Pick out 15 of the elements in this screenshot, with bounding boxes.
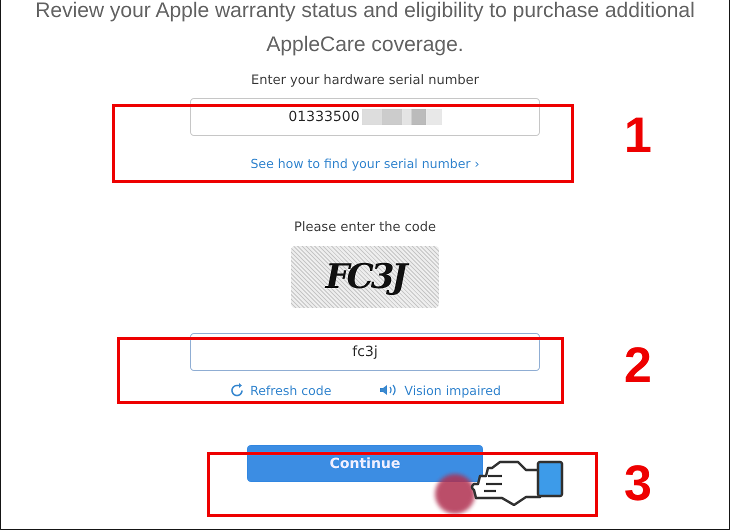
step-number: 2 (624, 336, 652, 394)
audio-link[interactable]: Vision impaired (404, 382, 501, 398)
serial-field[interactable]: 01333500 (190, 98, 540, 136)
serial-label: Enter your hardware serial number (251, 73, 479, 88)
serial-value: 01333500 (288, 109, 360, 125)
step-number: 3 (624, 454, 652, 512)
code-field[interactable]: fc3j (190, 333, 540, 371)
intro-text: Review your Apple warranty status and eligibility to purchase additional AppleCare coverage. (34, 0, 696, 58)
code-label: Please enter the code (294, 220, 436, 235)
step-number: 1 (624, 106, 652, 164)
refresh-icon (229, 382, 246, 398)
help-link[interactable]: See how to find your serial number › (250, 156, 480, 171)
continue-button[interactable]: Continue (247, 445, 483, 482)
captcha-image: FC3J (291, 246, 439, 308)
refresh-link[interactable]: Refresh code (250, 382, 332, 398)
